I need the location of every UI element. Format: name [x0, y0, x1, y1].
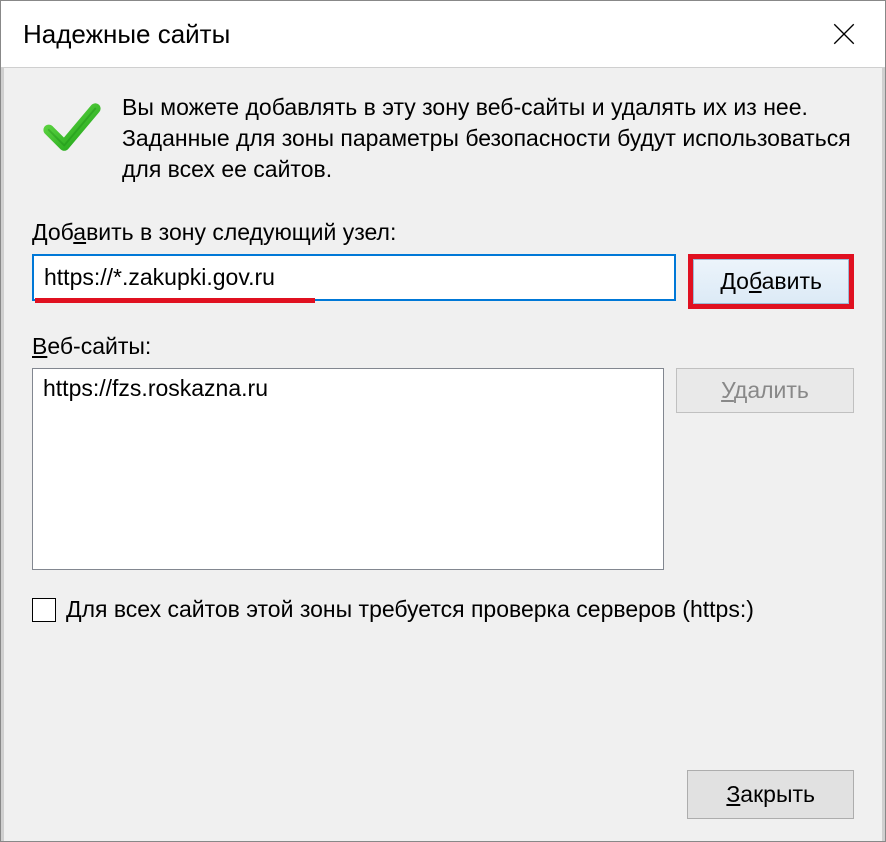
dialog-footer: Закрыть	[32, 760, 854, 819]
intro-text: Вы можете добавлять в эту зону веб-сайты…	[122, 92, 854, 185]
websites-row: https://fzs.roskazna.ru Удалить	[32, 368, 854, 570]
list-item[interactable]: https://fzs.roskazna.ru	[43, 375, 653, 402]
site-url-input[interactable]	[32, 254, 676, 301]
dialog-content: Вы можете добавлять в эту зону веб-сайты…	[1, 68, 885, 841]
annotation-highlight: Добавить	[688, 254, 854, 309]
checkmark-icon	[40, 96, 104, 160]
https-check-row[interactable]: Для всех сайтов этой зоны требуется пров…	[32, 596, 854, 623]
add-site-row: Добавить	[32, 254, 854, 309]
add-site-label: Добавить в зону следующий узел:	[32, 219, 854, 246]
close-button[interactable]: Закрыть	[687, 770, 854, 819]
intro-section: Вы можете добавлять в эту зону веб-сайты…	[32, 92, 854, 185]
dialog-title: Надежные сайты	[23, 19, 230, 50]
websites-listbox[interactable]: https://fzs.roskazna.ru	[32, 368, 664, 570]
delete-button: Удалить	[676, 368, 854, 413]
https-checkbox[interactable]	[32, 598, 56, 622]
annotation-underline	[35, 298, 315, 303]
add-button[interactable]: Добавить	[693, 259, 849, 304]
https-checkbox-label: Для всех сайтов этой зоны требуется пров…	[66, 596, 754, 623]
close-icon[interactable]	[821, 11, 867, 57]
titlebar: Надежные сайты	[1, 1, 885, 68]
websites-label: Веб-сайты:	[32, 333, 854, 360]
trusted-sites-dialog: Надежные сайты Вы можете добавля	[0, 0, 886, 842]
